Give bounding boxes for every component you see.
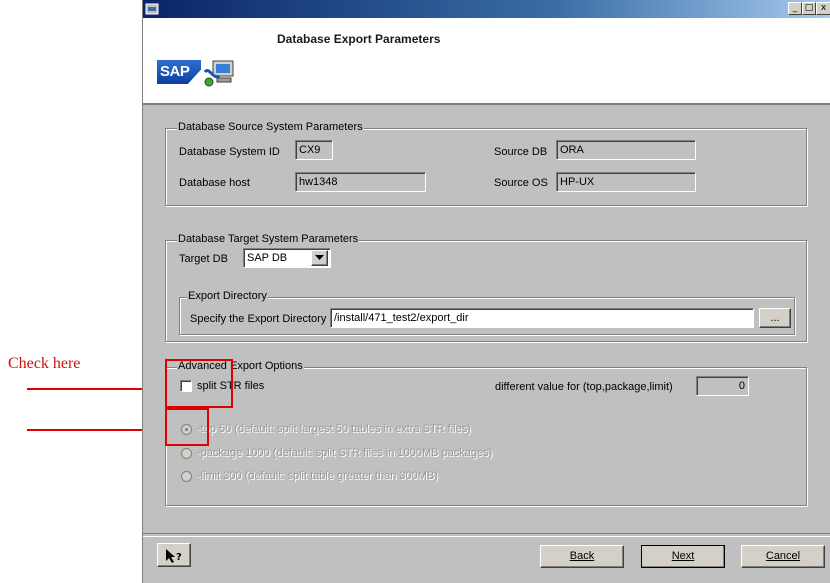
system-id-field: CX9 [295, 140, 333, 160]
title-bar: _ □ x [143, 0, 830, 18]
cancel-button-label: Cancel [765, 550, 801, 562]
db-host-label: Database host [179, 177, 250, 189]
target-db-dropdown-button[interactable] [311, 250, 328, 266]
different-value-field: 0 [696, 376, 749, 396]
back-button[interactable]: Back [540, 545, 624, 568]
system-id-label: Database System ID [179, 146, 280, 158]
target-group-legend: Database Target System Parameters [177, 233, 360, 245]
target-db-label: Target DB [179, 253, 228, 265]
close-button[interactable]: x [816, 2, 830, 15]
radio-package-option[interactable] [181, 448, 192, 459]
help-button[interactable]: ? [157, 543, 191, 567]
export-directory-label: Specify the Export Directory [190, 313, 327, 325]
radio-limit-option[interactable] [181, 471, 192, 482]
next-button-label: Next [671, 550, 695, 562]
radio-package-label: -package 1000 (default: split STR files … [197, 447, 493, 459]
db-host-field: hw1348 [295, 172, 426, 192]
target-db-value: SAP DB [247, 252, 288, 264]
source-db-label: Source DB [494, 146, 548, 158]
maximize-button[interactable]: □ [802, 2, 816, 15]
app-icon [145, 3, 159, 15]
back-button-label: Back [569, 550, 595, 562]
source-system-group [165, 128, 807, 206]
cancel-button[interactable]: Cancel [741, 545, 825, 568]
annotation-highlight-radio [165, 408, 209, 446]
installer-computer-icon [203, 60, 234, 87]
source-group-legend: Database Source System Parameters [177, 121, 364, 133]
minimize-button[interactable]: _ [788, 2, 802, 15]
header-panel: Database Export Parameters SAP [143, 18, 830, 105]
dialog-window: _ □ x Database Export Parameters SAP Dat… [142, 0, 830, 583]
export-directory-legend: Export Directory [187, 290, 268, 302]
dialog-title: Database Export Parameters [277, 32, 441, 46]
radio-limit-label: -limit 300 (default: split table greater… [197, 470, 438, 482]
next-button[interactable]: Next [641, 545, 725, 568]
source-db-field: ORA [556, 140, 696, 160]
svg-text:?: ? [176, 552, 182, 563]
different-value-label: different value for (top,package,limit) [495, 381, 673, 393]
source-os-label: Source OS [494, 177, 548, 189]
help-pointer-icon: ? [166, 549, 182, 563]
footer-divider [143, 533, 830, 537]
radio-top-label: -top 50 (default: split largest 50 table… [197, 423, 471, 435]
export-directory-input[interactable]: /install/471_test2/export_dir [330, 308, 754, 328]
browse-button[interactable]: ... [759, 308, 791, 328]
annotation-highlight-checkbox [165, 359, 233, 408]
sap-logo: SAP [157, 60, 201, 84]
chevron-down-icon [315, 255, 324, 260]
source-os-field: HP-UX [556, 172, 696, 192]
